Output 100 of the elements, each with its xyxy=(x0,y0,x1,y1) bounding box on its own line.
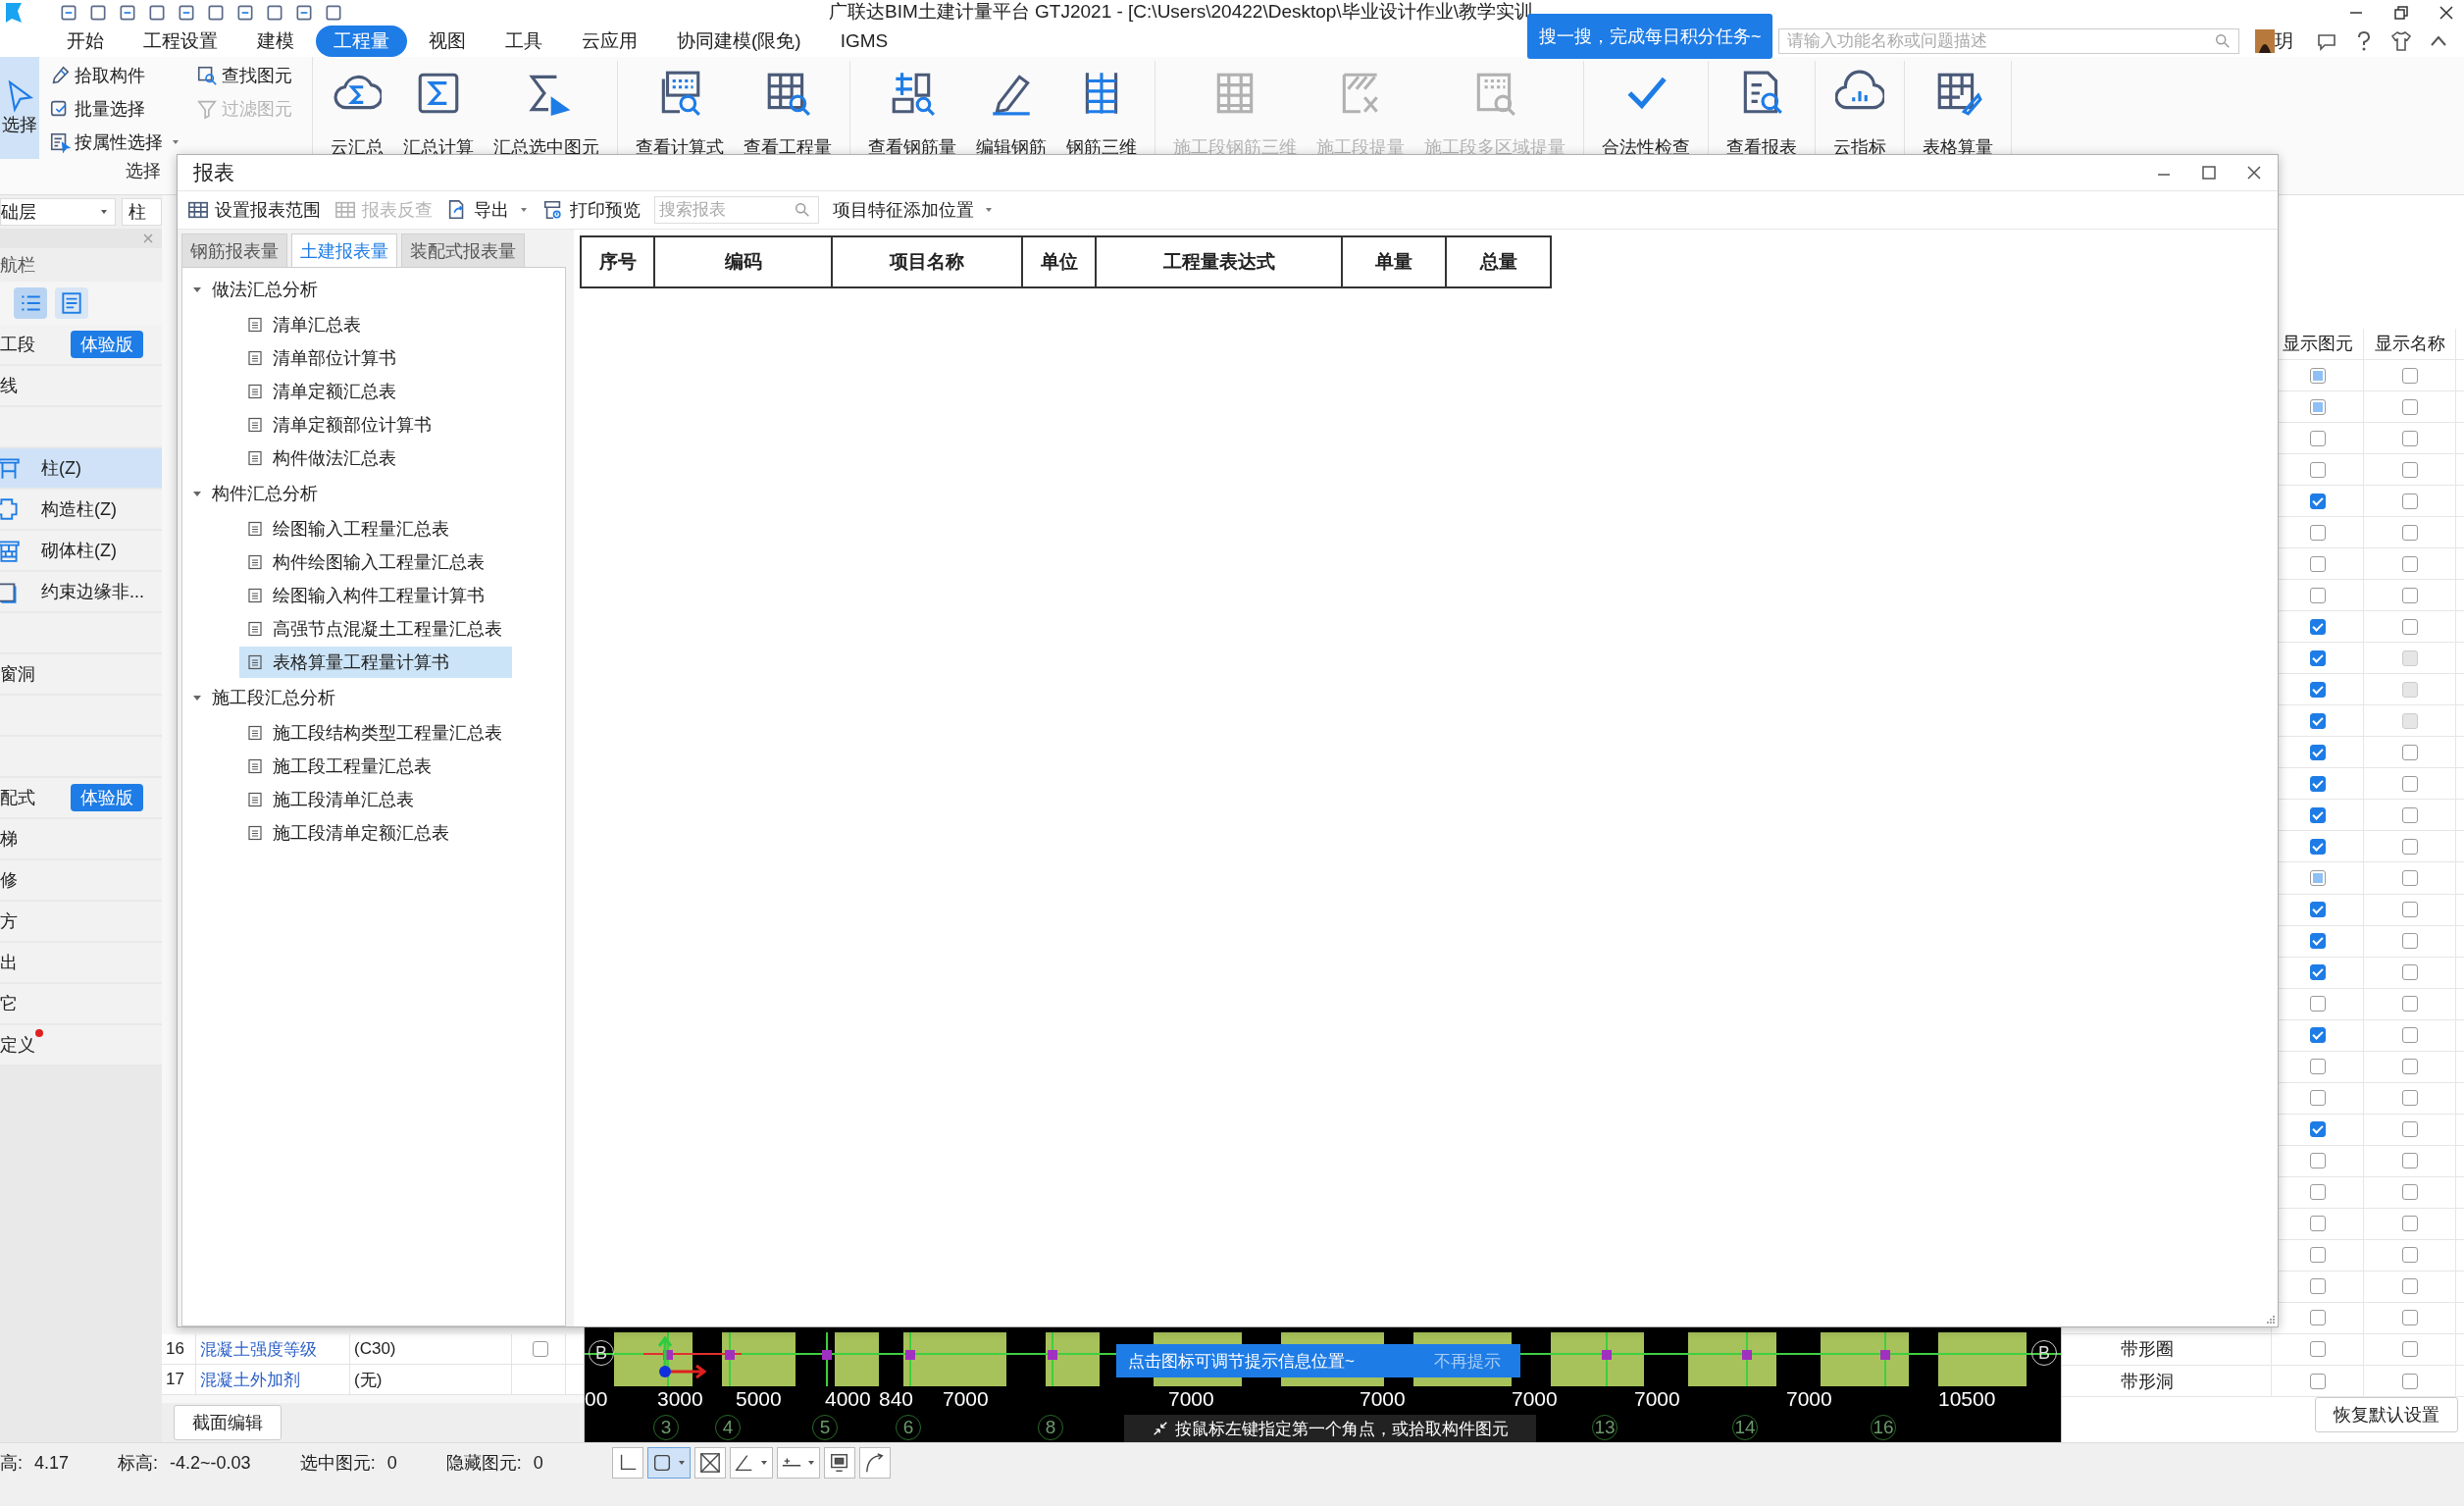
checkbox[interactable] xyxy=(2309,902,2326,918)
menu-tab[interactable]: 视图 xyxy=(411,26,484,57)
ribbon-button[interactable]: 合法性检查 xyxy=(1592,65,1700,159)
expand-icon[interactable] xyxy=(192,693,202,702)
ribbon-button[interactable]: 表格算量 xyxy=(1913,65,2003,159)
checkbox[interactable] xyxy=(2401,1373,2418,1389)
ribbon-button[interactable]: 查看计算式 xyxy=(626,65,734,159)
checkbox[interactable] xyxy=(2401,1278,2418,1295)
ribbon-button[interactable]: 批量选择 xyxy=(49,92,180,126)
checkbox[interactable] xyxy=(2309,1216,2326,1232)
tree-item[interactable]: 绘图输入构件工程量计算书 xyxy=(239,580,512,611)
tab[interactable]: 钢筋报表量 xyxy=(181,234,287,267)
menu-tab[interactable]: 工程设置 xyxy=(126,26,235,57)
search-field[interactable]: 搜索报表 xyxy=(654,196,819,224)
nav-item[interactable]: 柱(Z) xyxy=(0,448,162,488)
tool-button[interactable] xyxy=(823,1447,855,1479)
checkbox[interactable] xyxy=(533,1341,548,1357)
tree-item[interactable]: 施工段清单汇总表 xyxy=(239,784,512,815)
checkbox[interactable] xyxy=(2401,493,2418,509)
checkbox[interactable] xyxy=(2309,744,2326,760)
menu-tab[interactable]: 建模 xyxy=(239,26,312,57)
nav-item[interactable]: 线 xyxy=(0,366,162,405)
tree-item[interactable]: 清单定额部位计算书 xyxy=(239,409,512,441)
checkbox[interactable] xyxy=(2309,555,2326,572)
nav-item[interactable]: 约束边缘非... xyxy=(0,572,162,611)
checkbox[interactable] xyxy=(2309,524,2326,541)
checkbox[interactable] xyxy=(2401,398,2418,415)
tool-button[interactable] xyxy=(611,1447,643,1479)
checkbox[interactable] xyxy=(2401,618,2418,635)
nav-item[interactable]: 工段 体验版 xyxy=(0,325,162,364)
toolbar-button[interactable]: 设置报表范围 xyxy=(187,198,321,222)
menu-tab[interactable]: 开始 xyxy=(49,26,122,57)
checkbox[interactable] xyxy=(2309,996,2326,1013)
tree-group[interactable]: 构件汇总分析 xyxy=(182,476,565,511)
checkbox[interactable] xyxy=(2401,744,2418,760)
checkbox[interactable] xyxy=(2309,775,2326,792)
checkbox[interactable] xyxy=(2401,1090,2418,1107)
checkbox[interactable] xyxy=(2401,524,2418,541)
checkbox[interactable] xyxy=(2309,1090,2326,1107)
tree-item[interactable]: 构件做法汇总表 xyxy=(239,442,512,474)
nav-item[interactable]: 砌体柱(Z) xyxy=(0,531,162,570)
checkbox[interactable] xyxy=(2401,933,2418,950)
checkbox[interactable] xyxy=(2309,1341,2326,1358)
tab[interactable]: 土建报表量 xyxy=(291,234,397,267)
checkbox[interactable] xyxy=(2309,681,2326,698)
tree-item[interactable]: 清单部位计算书 xyxy=(239,342,512,374)
checkbox[interactable] xyxy=(2309,1184,2326,1201)
checkbox[interactable] xyxy=(2309,712,2326,729)
checkbox[interactable] xyxy=(2401,996,2418,1013)
tree-item[interactable]: 构件绘图输入工程量汇总表 xyxy=(239,546,512,578)
checkbox[interactable] xyxy=(2309,398,2326,415)
checkbox[interactable] xyxy=(2309,618,2326,635)
tool-button[interactable] xyxy=(729,1447,773,1479)
resize-grip-icon[interactable] xyxy=(2264,1313,2276,1324)
checkbox[interactable] xyxy=(2401,1184,2418,1201)
tree-item[interactable]: 施工段结构类型工程量汇总表 xyxy=(239,717,512,749)
toolbar-button[interactable]: 导出 xyxy=(446,198,529,222)
tree-group[interactable]: 施工段汇总分析 xyxy=(182,680,565,715)
tree-item[interactable]: 清单汇总表 xyxy=(239,309,512,340)
shirt-icon[interactable] xyxy=(2389,29,2413,53)
checkbox[interactable] xyxy=(2401,367,2418,384)
checkbox[interactable] xyxy=(2309,461,2326,478)
tree-item[interactable]: 高强节点混凝土工程量汇总表 xyxy=(239,613,512,645)
checkbox[interactable] xyxy=(2309,1027,2326,1044)
tree-group[interactable]: 做法汇总分析 xyxy=(182,272,565,307)
checkbox[interactable] xyxy=(2401,964,2418,981)
checkbox[interactable] xyxy=(2401,430,2418,446)
avatar-icon[interactable] xyxy=(2255,29,2275,53)
checkbox[interactable] xyxy=(2309,933,2326,950)
tree-item[interactable]: 绘图输入工程量汇总表 xyxy=(239,513,512,545)
ribbon-button[interactable]: 拾取构件 xyxy=(49,59,180,92)
view-mode-button[interactable] xyxy=(55,287,88,319)
checkbox[interactable] xyxy=(2309,964,2326,981)
tool-button[interactable] xyxy=(646,1447,691,1479)
checkbox[interactable] xyxy=(2401,1153,2418,1169)
checkbox[interactable] xyxy=(2401,1247,2418,1264)
tool-button[interactable] xyxy=(693,1447,726,1479)
checkbox[interactable] xyxy=(2401,902,2418,918)
expand-icon[interactable] xyxy=(192,285,202,294)
nav-item[interactable]: 构造柱(Z) xyxy=(0,490,162,529)
checkbox[interactable] xyxy=(2309,1153,2326,1169)
search-field[interactable]: 请输入功能名称或问题描述 xyxy=(1778,28,2239,54)
checkbox[interactable] xyxy=(2309,1310,2326,1326)
ribbon-button[interactable]: 查看工程量 xyxy=(734,65,842,159)
checkbox[interactable] xyxy=(2401,461,2418,478)
checkbox[interactable] xyxy=(2309,1278,2326,1295)
checkbox[interactable] xyxy=(2401,1121,2418,1138)
nav-item[interactable]: 方 xyxy=(0,902,162,941)
menu-tab[interactable]: 工具 xyxy=(488,26,560,57)
restore-defaults-button[interactable]: 恢复默认设置 xyxy=(2315,1397,2458,1432)
maximize-icon[interactable] xyxy=(2199,163,2219,182)
checkbox[interactable] xyxy=(2401,806,2418,823)
select-button[interactable]: 选择 xyxy=(0,57,39,159)
floor-select[interactable]: 础层 xyxy=(0,198,116,226)
checkbox[interactable] xyxy=(2401,775,2418,792)
menu-tab[interactable]: 工程量 xyxy=(316,26,407,57)
tab[interactable]: 装配式报表量 xyxy=(401,234,525,267)
tree-item[interactable]: 施工段清单定额汇总表 xyxy=(239,817,512,849)
checkbox[interactable] xyxy=(2401,838,2418,855)
checkbox[interactable] xyxy=(2309,1121,2326,1138)
